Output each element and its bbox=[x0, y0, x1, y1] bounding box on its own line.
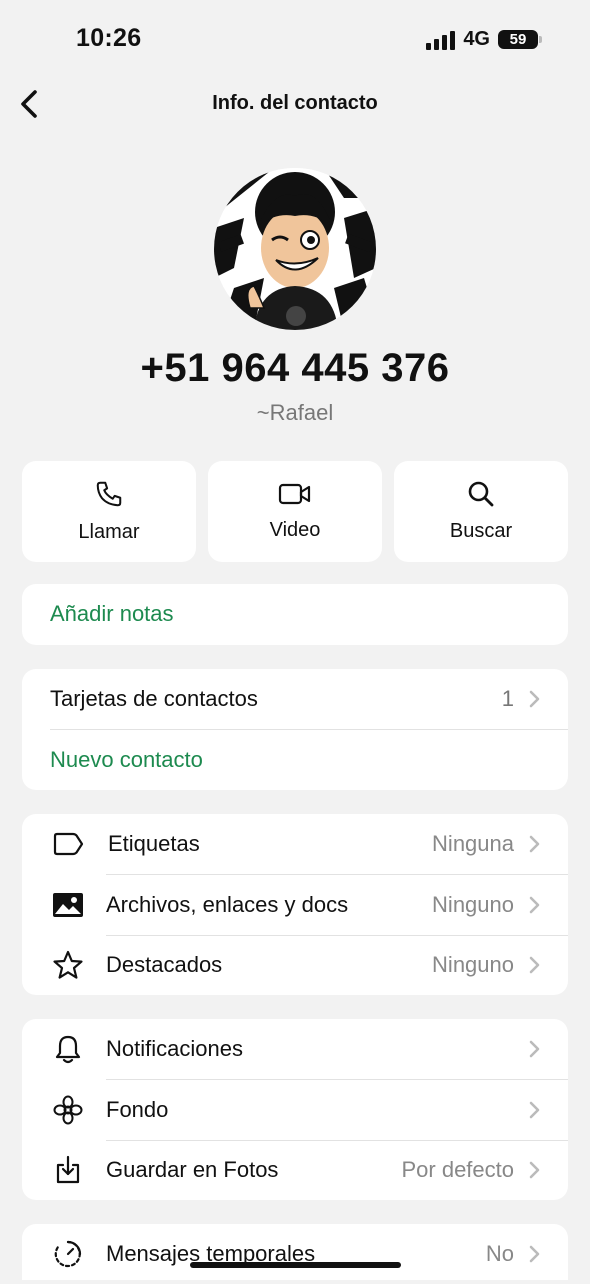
chevron-right-icon bbox=[529, 1040, 540, 1058]
contact-phone: +51 964 445 376 bbox=[140, 346, 450, 390]
status-time: 10:26 bbox=[76, 24, 142, 52]
page-title: Info. del contacto bbox=[212, 92, 378, 114]
files-row[interactable]: Archivos, enlaces y docs Ninguno bbox=[22, 875, 568, 935]
notifications-row[interactable]: Notificaciones bbox=[22, 1019, 568, 1079]
image-icon bbox=[52, 889, 84, 921]
battery-icon: 59 bbox=[498, 30, 542, 49]
chevron-right-icon bbox=[529, 896, 540, 914]
files-value: Ninguno bbox=[432, 892, 514, 917]
notifications-label: Notificaciones bbox=[106, 1036, 243, 1061]
chevron-right-icon bbox=[529, 1161, 540, 1179]
settings-section: Notificaciones Fondo Guardar en Fotos Po bbox=[22, 1019, 568, 1200]
call-label: Llamar bbox=[78, 521, 140, 543]
save-photos-row[interactable]: Guardar en Fotos Por defecto bbox=[22, 1140, 568, 1200]
add-notes-label: Añadir notas bbox=[50, 601, 174, 626]
new-contact-row[interactable]: Nuevo contacto bbox=[22, 730, 568, 790]
phone-icon bbox=[96, 481, 122, 507]
save-download-icon bbox=[52, 1154, 84, 1186]
starred-value: Ninguno bbox=[432, 952, 514, 977]
video-label: Video bbox=[269, 519, 321, 541]
new-contact-label: Nuevo contacto bbox=[50, 747, 203, 772]
add-notes-card[interactable]: Añadir notas bbox=[22, 584, 568, 645]
signal-icon bbox=[426, 30, 456, 50]
files-label: Archivos, enlaces y docs bbox=[106, 892, 349, 917]
chevron-right-icon bbox=[529, 1245, 540, 1263]
contact-cards-count: 1 bbox=[501, 686, 514, 711]
chevron-right-icon bbox=[529, 956, 540, 974]
contact-cards-label: Tarjetas de contactos bbox=[50, 686, 258, 711]
battery-level: 59 bbox=[509, 31, 527, 48]
star-icon bbox=[52, 949, 84, 981]
contact-alias: ~Rafael bbox=[256, 400, 334, 425]
wallpaper-label: Fondo bbox=[106, 1097, 169, 1122]
save-photos-value: Por defecto bbox=[401, 1157, 514, 1182]
wallpaper-row[interactable]: Fondo bbox=[22, 1080, 568, 1140]
search-icon bbox=[468, 481, 494, 507]
home-indicator bbox=[190, 1262, 401, 1268]
disappearing-messages-row[interactable]: Mensajes temporales No bbox=[22, 1224, 568, 1284]
video-icon bbox=[278, 483, 311, 505]
network-type: 4G bbox=[463, 28, 490, 50]
chevron-right-icon bbox=[529, 835, 540, 853]
timer-icon bbox=[52, 1238, 84, 1270]
media-section: Etiquetas Ninguna Archivos, enlaces y do… bbox=[22, 814, 568, 995]
video-button[interactable]: Video bbox=[208, 461, 382, 562]
call-button[interactable]: Llamar bbox=[22, 461, 196, 562]
chevron-right-icon bbox=[529, 1101, 540, 1119]
search-label: Buscar bbox=[449, 520, 513, 542]
avatar[interactable] bbox=[214, 168, 376, 330]
contact-cards-row[interactable]: Tarjetas de contactos 1 bbox=[22, 669, 568, 729]
contact-cards-card: Tarjetas de contactos 1 Nuevo contacto bbox=[22, 669, 568, 790]
bell-icon bbox=[52, 1033, 84, 1065]
labels-value: Ninguna bbox=[432, 831, 514, 856]
labels-row[interactable]: Etiquetas Ninguna bbox=[22, 814, 568, 874]
starred-label: Destacados bbox=[106, 952, 223, 977]
status-icons: 4G 59 bbox=[426, 28, 542, 51]
flower-icon bbox=[52, 1094, 84, 1126]
starred-row[interactable]: Destacados Ninguno bbox=[22, 935, 568, 995]
save-photos-label: Guardar en Fotos bbox=[106, 1157, 279, 1182]
search-button[interactable]: Buscar bbox=[394, 461, 568, 562]
disappearing-section: Mensajes temporales No bbox=[22, 1224, 568, 1280]
labels-label: Etiquetas bbox=[108, 831, 200, 856]
chevron-right-icon bbox=[529, 690, 540, 708]
disappearing-value: No bbox=[485, 1241, 514, 1266]
label-icon bbox=[52, 828, 84, 860]
add-notes-row[interactable]: Añadir notas bbox=[22, 584, 568, 644]
